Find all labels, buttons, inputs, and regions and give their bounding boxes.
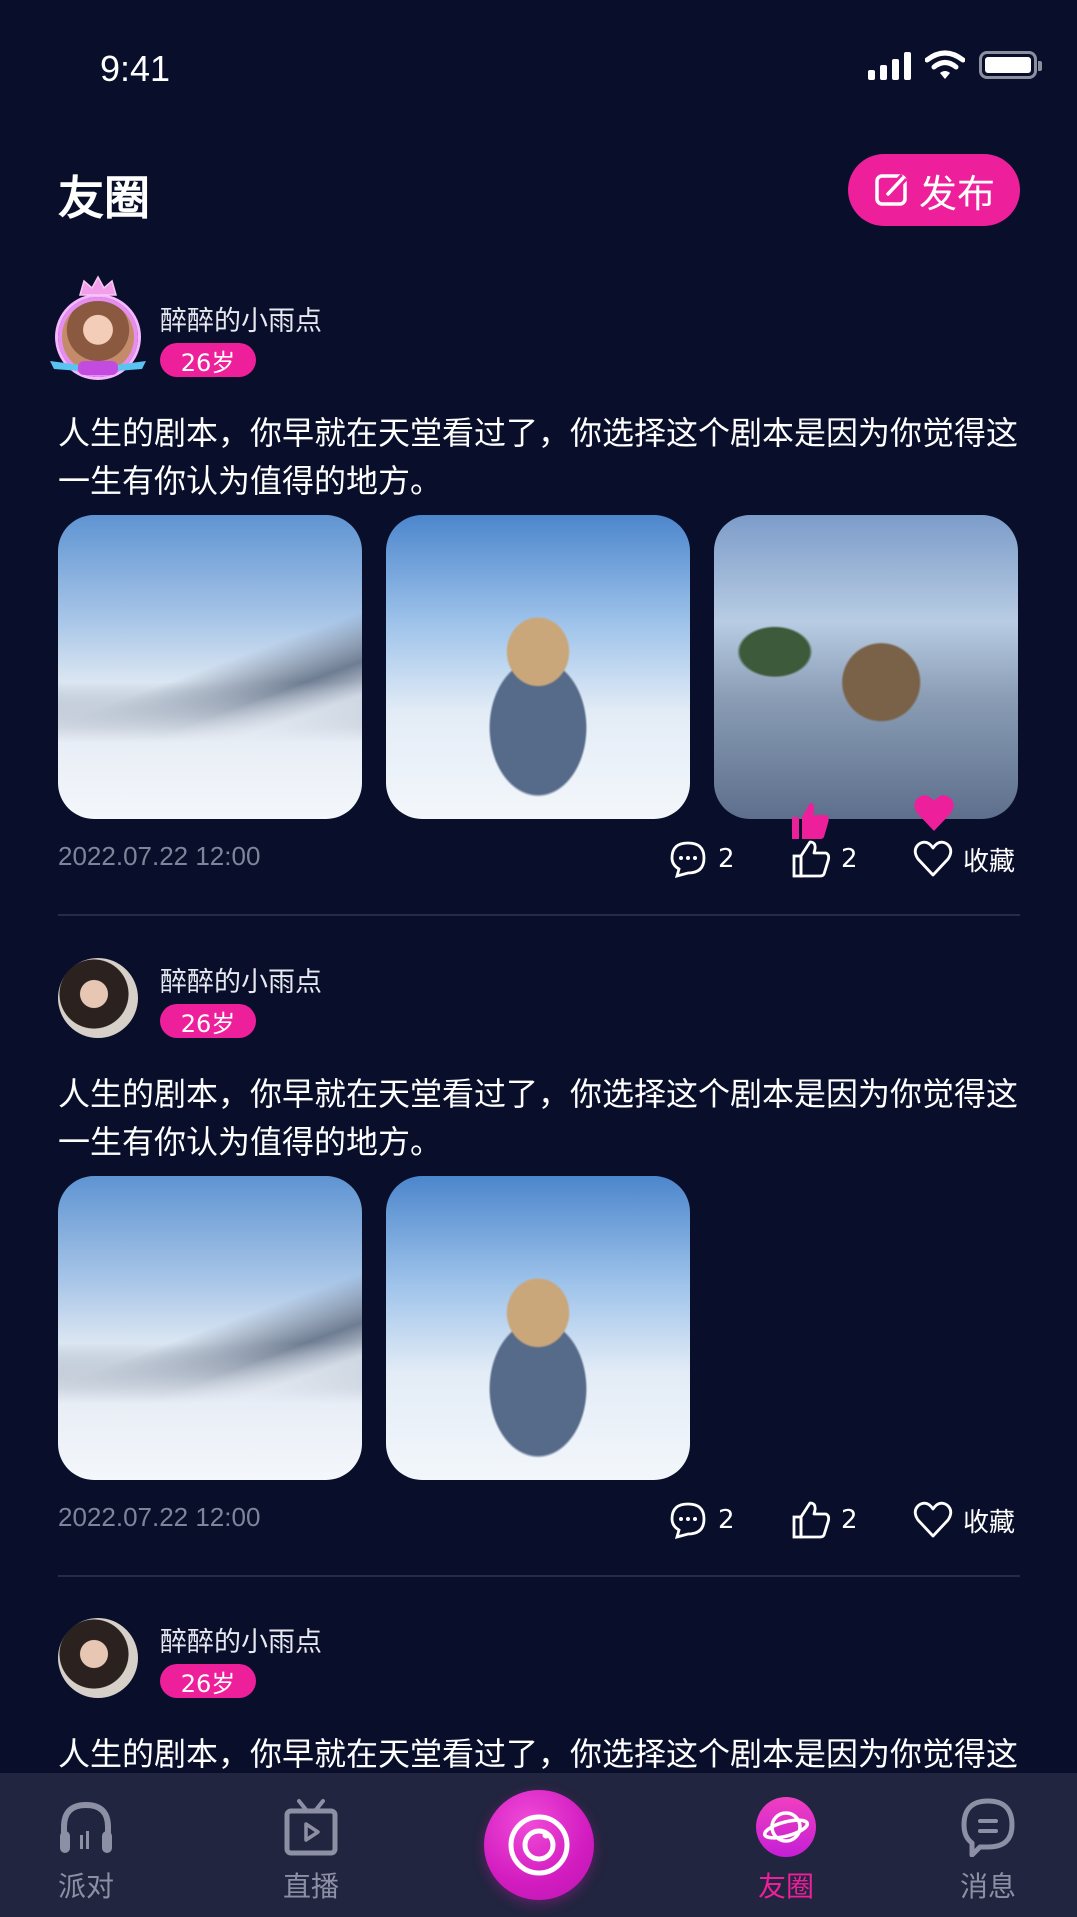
age-badge: 26岁	[160, 1664, 256, 1698]
avatar[interactable]	[58, 958, 138, 1038]
message-icon	[961, 1798, 1015, 1857]
age-badge: 26岁	[160, 1004, 256, 1038]
post-card: 醉醉的小雨点 26岁 人生的剧本，你早就在天堂看过了，你选择这个剧本是因为你觉得…	[50, 275, 1020, 917]
center-action-button[interactable]	[484, 1790, 594, 1900]
heart-icon	[913, 840, 953, 877]
post-image-floating-castle[interactable]	[386, 515, 690, 819]
post-card: 醉醉的小雨点 26岁 人生的剧本，你早就在天堂看过了，你选择这个剧本是因为你觉得…	[58, 958, 1020, 1578]
image-grid	[58, 515, 1018, 819]
tab-label: 友圈	[757, 1870, 814, 1903]
page-title: 友圈	[58, 171, 150, 225]
crown-icon	[79, 275, 117, 296]
comment-icon	[670, 841, 706, 879]
camera-lens-icon	[508, 1814, 570, 1876]
post-text: 人生的剧本，你早就在天堂看过了，你选择这个剧本是因为你觉得这一生有你认为值得的地…	[58, 1735, 1019, 1773]
status-time: 9:41	[100, 48, 171, 89]
publish-label: 发布	[918, 171, 995, 216]
edit-icon	[875, 173, 908, 206]
wifi-icon	[925, 50, 965, 79]
planet-icon	[756, 1797, 816, 1857]
tab-label: 派对	[57, 1870, 114, 1903]
favorite-label: 收藏	[963, 1507, 1016, 1538]
tab-party[interactable]: 派对	[21, 1795, 151, 1905]
publish-button[interactable]: 发布	[848, 154, 1020, 226]
post-image-floating-islands[interactable]	[714, 515, 1018, 819]
like-count: 2	[841, 1505, 858, 1535]
comment-count: 2	[718, 844, 735, 874]
username[interactable]: 醉醉的小雨点	[160, 960, 322, 999]
favorite-label: 收藏	[963, 846, 1016, 877]
comment-count: 2	[718, 1505, 735, 1535]
tv-icon	[284, 1799, 338, 1856]
cellular-signal-icon	[868, 50, 911, 80]
age-badge: 26岁	[160, 343, 256, 377]
favorite-button[interactable]: 收藏	[913, 839, 1015, 879]
post-card: 醉醉的小雨点 26岁 人生的剧本，你早就在天堂看过了，你选择这个剧本是因为你觉得…	[58, 1618, 1020, 1778]
post-text: 人生的剧本，你早就在天堂看过了，你选择这个剧本是因为你觉得这一生有你认为值得的地…	[58, 414, 1019, 500]
timestamp: 2022.07.22 12:00	[58, 1502, 261, 1532]
tab-messages[interactable]: 消息	[923, 1795, 1053, 1905]
thumbs-up-icon	[792, 1501, 831, 1539]
post-image-floating-castle[interactable]	[386, 1176, 690, 1480]
post-text: 人生的剧本，你早就在天堂看过了，你选择这个剧本是因为你觉得这一生有你认为值得的地…	[58, 1075, 1019, 1161]
battery-icon	[979, 51, 1042, 79]
comment-button[interactable]: 2	[668, 1500, 735, 1540]
comment-button[interactable]: 2	[668, 839, 735, 879]
post-meta: 2022.07.22 12:00 2 2 收藏	[58, 1500, 1020, 1542]
timestamp: 2022.07.22 12:00	[58, 841, 261, 871]
post-image-mountain-clouds[interactable]	[58, 515, 362, 819]
divider	[58, 914, 1020, 916]
tab-label: 消息	[959, 1870, 1016, 1903]
username[interactable]: 醉醉的小雨点	[160, 1620, 322, 1659]
like-animation-icon	[792, 803, 829, 839]
avatar[interactable]	[58, 1618, 138, 1698]
like-button[interactable]: 2	[791, 1500, 858, 1540]
status-icons	[868, 50, 1042, 80]
like-count: 2	[841, 844, 858, 874]
thumbs-up-icon	[792, 840, 831, 878]
post-image-mountain-clouds[interactable]	[58, 1176, 362, 1480]
vip-badge-icon	[50, 361, 146, 375]
image-grid	[58, 1176, 690, 1480]
like-button[interactable]: 2	[791, 839, 858, 879]
heart-icon	[913, 1501, 953, 1538]
favorite-animation-icon	[914, 795, 954, 831]
comment-icon	[670, 1502, 706, 1540]
headphones-icon	[60, 1801, 112, 1853]
status-bar: 9:41	[0, 0, 1077, 130]
post-meta: 2022.07.22 12:00 2 2 收藏	[58, 839, 1020, 881]
favorite-button[interactable]: 收藏	[913, 1500, 1015, 1540]
tab-friends-circle[interactable]: 友圈	[721, 1795, 851, 1905]
tab-label: 直播	[282, 1870, 339, 1903]
username[interactable]: 醉醉的小雨点	[160, 299, 322, 338]
tab-live[interactable]: 直播	[246, 1795, 376, 1905]
divider	[58, 1575, 1020, 1577]
